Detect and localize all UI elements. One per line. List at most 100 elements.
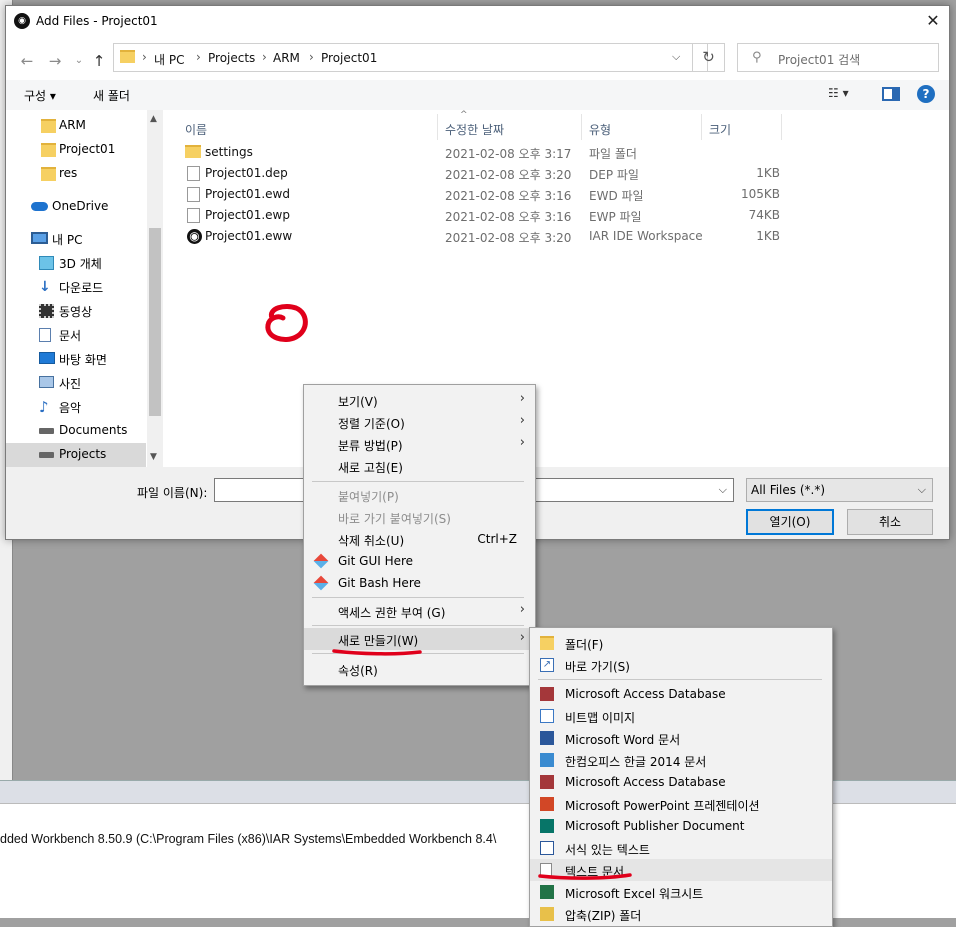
drive-icon xyxy=(39,428,54,434)
sort-ascending-icon: ^ xyxy=(460,110,468,120)
pc-icon xyxy=(31,232,48,244)
search-placeholder: Project01 검색 xyxy=(778,53,861,67)
menu-item-git-bash[interactable]: Git Bash Here xyxy=(304,572,535,594)
shortcut-icon: ↗ xyxy=(540,658,554,672)
menu-item-paste-shortcut[interactable]: 바로 가기 붙여넣기(S) xyxy=(304,506,535,528)
nav-item-onedrive[interactable]: OneDrive xyxy=(6,195,146,219)
breadcrumb-projects[interactable]: Projects xyxy=(208,51,255,65)
desktop-icon xyxy=(39,352,55,364)
new-hwp-document-item[interactable]: 한컴오피스 한글 2014 문서 xyxy=(530,749,832,771)
new-publisher-item[interactable]: Microsoft Publisher Document xyxy=(530,815,832,837)
menu-item-sort-by[interactable]: 정렬 기준(O) › xyxy=(304,411,535,433)
nav-item-downloads[interactable]: ↓ 다운로드 xyxy=(6,275,146,299)
nav-item-documents-kr[interactable]: 문서 xyxy=(6,323,146,347)
view-options-button[interactable]: ☷ ▾ xyxy=(828,86,849,100)
new-rich-text-item[interactable]: 서식 있는 텍스트 xyxy=(530,837,832,859)
nav-item-desktop[interactable]: 바탕 화면 xyxy=(6,347,146,371)
new-bitmap-item[interactable]: 비트맵 이미지 xyxy=(530,705,832,727)
new-shortcut-item[interactable]: ↗ 바로 가기(S) xyxy=(530,654,832,676)
open-button[interactable]: 열기(O) xyxy=(746,509,834,535)
cube-icon xyxy=(39,256,54,270)
new-access-database-item[interactable]: Microsoft Access Database xyxy=(530,683,832,705)
chevron-right-icon: › xyxy=(519,391,525,406)
word-icon xyxy=(540,731,554,745)
nav-item-res[interactable]: res xyxy=(6,162,146,186)
bitmap-icon xyxy=(540,709,554,723)
chevron-right-icon: › xyxy=(519,435,525,450)
scroll-up-icon[interactable]: ▲ xyxy=(150,114,157,124)
nav-scrollbar[interactable]: ▲ ▼ xyxy=(147,110,163,467)
new-word-document-item[interactable]: Microsoft Word 문서 xyxy=(530,727,832,749)
menu-item-properties[interactable]: 속성(R) xyxy=(304,658,535,680)
file-row[interactable]: settings 2021-02-08 오후 3:17 파일 폴더 xyxy=(163,142,949,163)
folder-icon xyxy=(41,119,56,133)
new-zip-folder-item[interactable]: 압축(ZIP) 폴더 xyxy=(530,903,832,925)
new-powerpoint-item[interactable]: Microsoft PowerPoint 프레젠테이션 xyxy=(530,793,832,815)
text-document-icon xyxy=(540,863,552,877)
column-date[interactable]: 수정한 날짜 xyxy=(445,121,504,138)
recent-locations-icon[interactable]: ⌄ xyxy=(68,50,90,72)
nav-item-videos[interactable]: 동영상 xyxy=(6,299,146,323)
new-folder-button[interactable]: 새 폴더 xyxy=(93,87,130,104)
chevron-down-icon[interactable]: ⌵ xyxy=(719,483,727,497)
file-row[interactable]: Project01.ewp 2021-02-08 오후 3:16 EWP 파일 … xyxy=(163,205,949,226)
breadcrumb-arm[interactable]: ARM xyxy=(273,51,300,65)
file-row[interactable]: ◉ Project01.eww 2021-02-08 오후 3:20 IAR I… xyxy=(163,226,949,247)
breadcrumb-pc[interactable]: 내 PC xyxy=(154,51,184,68)
nav-item-pictures[interactable]: 사진 xyxy=(6,371,146,395)
menu-item-group-by[interactable]: 분류 방법(P) › xyxy=(304,433,535,455)
new-access-database-item-2[interactable]: Microsoft Access Database xyxy=(530,771,832,793)
nav-item-this-pc[interactable]: 내 PC xyxy=(6,227,146,251)
zip-folder-icon xyxy=(540,907,554,921)
new-text-document-item[interactable]: 텍스트 문서 xyxy=(530,859,832,881)
nav-item-documents-drive[interactable]: Documents xyxy=(6,419,146,443)
menu-item-give-access[interactable]: 액세스 권한 부여 (G) › xyxy=(304,600,535,622)
forward-arrow-icon[interactable]: → xyxy=(44,50,66,72)
up-arrow-icon[interactable]: ↑ xyxy=(88,50,110,72)
menu-item-paste[interactable]: 붙여넣기(P) xyxy=(304,484,535,506)
new-excel-item[interactable]: Microsoft Excel 워크시트 xyxy=(530,881,832,903)
new-folder-item[interactable]: 폴더(F) xyxy=(530,632,832,654)
cancel-button[interactable]: 취소 xyxy=(847,509,933,535)
menu-item-new[interactable]: 새로 만들기(W) › xyxy=(304,628,535,650)
title-bar[interactable]: ◉ Add Files - Project01 ✕ xyxy=(6,6,949,37)
iar-workspace-icon: ◉ xyxy=(187,229,202,244)
nav-item-project01[interactable]: Project01 xyxy=(6,138,146,162)
scroll-thumb[interactable] xyxy=(149,228,161,416)
preview-pane-icon[interactable] xyxy=(882,87,900,101)
help-icon[interactable]: ? xyxy=(917,85,935,103)
search-input[interactable]: ⚲ Project01 검색 xyxy=(737,43,939,72)
folder-icon xyxy=(41,143,56,157)
scroll-down-icon[interactable]: ▼ xyxy=(150,452,157,462)
file-row[interactable]: Project01.dep 2021-02-08 오후 3:20 DEP 파일 … xyxy=(163,163,949,184)
publisher-icon xyxy=(540,819,554,833)
column-type[interactable]: 유형 xyxy=(589,121,611,138)
menu-separator xyxy=(312,481,524,482)
menu-item-undo-delete[interactable]: 삭제 취소(U) Ctrl+Z xyxy=(304,528,535,550)
nav-item-projects[interactable]: Projects xyxy=(6,443,146,467)
nav-item-3d-objects[interactable]: 3D 개체 xyxy=(6,251,146,275)
menu-item-view[interactable]: 보기(V) › xyxy=(304,389,535,411)
column-name[interactable]: 이름 xyxy=(185,121,207,138)
access-icon xyxy=(540,687,554,701)
dialog-title: Add Files - Project01 xyxy=(36,14,158,28)
menu-item-refresh[interactable]: 새로 고침(E) xyxy=(304,455,535,477)
file-type-select[interactable]: All Files (*.*) ⌵ xyxy=(746,478,933,502)
file-icon xyxy=(187,208,200,223)
close-button[interactable]: ✕ xyxy=(921,9,945,33)
column-size[interactable]: 크기 xyxy=(709,121,731,138)
file-row[interactable]: Project01.ewd 2021-02-08 오후 3:16 EWD 파일 … xyxy=(163,184,949,205)
menu-item-git-gui[interactable]: Git GUI Here xyxy=(304,550,535,572)
nav-item-music[interactable]: ♪ 음악 xyxy=(6,395,146,419)
chevron-down-icon[interactable]: ⌵ xyxy=(672,50,680,64)
refresh-button[interactable]: ↻ xyxy=(692,43,725,72)
nav-item-arm[interactable]: ARM xyxy=(6,114,146,138)
breadcrumb-project01[interactable]: Project01 xyxy=(321,51,377,65)
chevron-down-icon: ⌵ xyxy=(917,483,926,496)
menu-separator xyxy=(538,679,822,680)
back-arrow-icon[interactable]: ← xyxy=(16,50,38,72)
organize-button[interactable]: 구성 ▾ xyxy=(24,87,56,104)
rtf-icon xyxy=(540,841,554,855)
folder-icon xyxy=(540,636,554,650)
address-bar[interactable]: › 내 PC › Projects › ARM › Project01 ⌵ xyxy=(113,43,708,72)
